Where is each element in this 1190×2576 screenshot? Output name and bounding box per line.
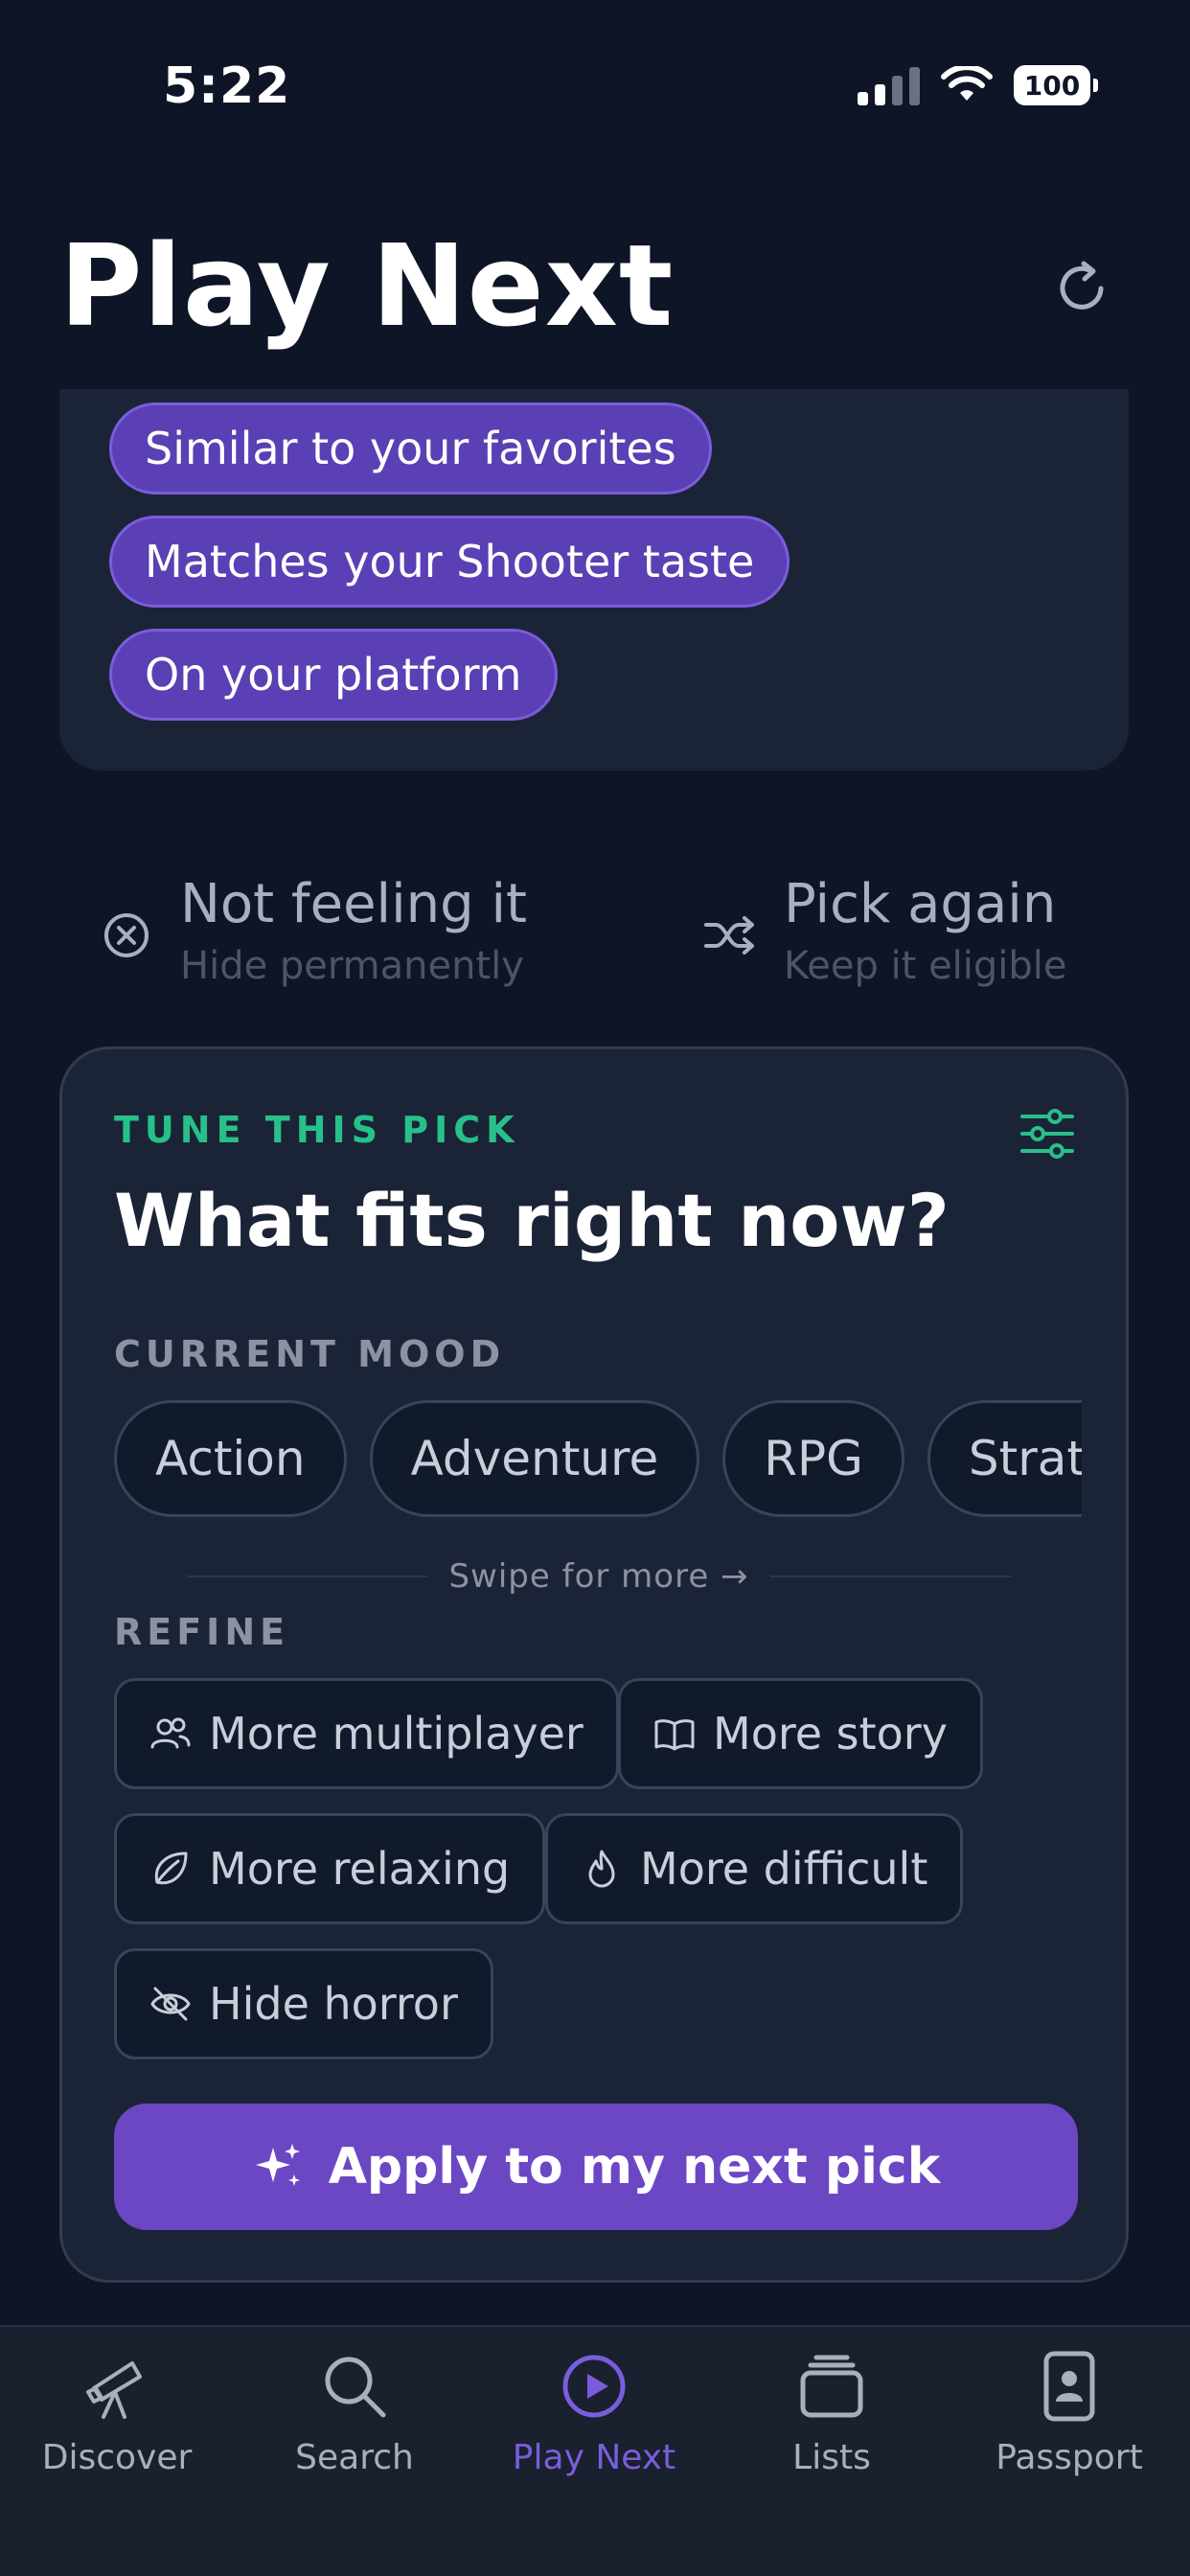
tab-passport-label: Passport [995, 2438, 1143, 2477]
divider [187, 1576, 428, 1577]
battery-icon: 100 [1014, 65, 1098, 105]
pick-again-subtitle: Keep it eligible [784, 944, 1067, 988]
not-feeling-it-button[interactable]: Not feeling it Hide permanently [100, 870, 527, 993]
leaf-icon [149, 1848, 192, 1890]
more-story-label: More story [713, 1708, 948, 1760]
tab-play-next-label: Play Next [512, 2438, 676, 2477]
more-relaxing-label: More relaxing [209, 1843, 511, 1895]
hide-horror-label: Hide horror [209, 1978, 458, 2030]
more-difficult-label: More difficult [640, 1843, 928, 1895]
wifi-icon [941, 66, 993, 101]
sparkles-icon [252, 2140, 306, 2194]
refine-label: REFINE [114, 1611, 290, 1653]
more-multiplayer-label: More multiplayer [209, 1708, 584, 1760]
passport-icon [1031, 2348, 1108, 2425]
tab-passport[interactable]: Passport [973, 2348, 1165, 2477]
swipe-hint-text: Swipe for more → [448, 1557, 749, 1596]
flame-icon [581, 1848, 623, 1890]
pick-again-button[interactable]: Pick again Keep it eligible [703, 870, 1067, 993]
tab-bar: Discover Search Play Next Lists Passport [0, 2325, 1190, 2576]
mood-chip-strategy[interactable]: Strategy [927, 1400, 1082, 1517]
tune-label: TUNE THIS PICK [114, 1109, 520, 1151]
sliders-icon[interactable] [1018, 1107, 1076, 1161]
refresh-icon [1060, 261, 1104, 310]
refresh-button[interactable] [1044, 249, 1121, 326]
tab-play-next[interactable]: Play Next [498, 2348, 690, 2477]
apply-button[interactable]: Apply to my next pick [114, 2104, 1078, 2230]
reasons-card: Similar to your favorites Matches your S… [59, 389, 1129, 770]
stack-icon [793, 2348, 870, 2425]
reason-chip: Similar to your favorites [109, 402, 712, 494]
status-bar: 5:22 100 [0, 0, 1190, 172]
not-feeling-it-subtitle: Hide permanently [180, 944, 524, 988]
tab-lists-label: Lists [792, 2438, 871, 2477]
close-circle-icon [100, 908, 153, 962]
reason-chip: Matches your Shooter taste [109, 516, 790, 608]
more-multiplayer-button[interactable]: More multiplayer [114, 1678, 619, 1789]
play-circle-icon [556, 2348, 632, 2425]
telescope-icon [79, 2348, 155, 2425]
status-time: 5:22 [163, 58, 291, 115]
hide-horror-button[interactable]: Hide horror [114, 1948, 493, 2059]
eye-off-icon [149, 1983, 192, 2025]
tune-heading: What fits right now? [114, 1178, 950, 1263]
mood-chip-rpg[interactable]: RPG [722, 1400, 904, 1517]
apply-button-label: Apply to my next pick [328, 2138, 941, 2196]
more-story-button[interactable]: More story [618, 1678, 983, 1789]
shuffle-icon [703, 908, 757, 962]
swipe-hint: Swipe for more → [187, 1548, 1012, 1605]
not-feeling-it-title: Not feeling it [180, 873, 528, 935]
search-icon [316, 2348, 393, 2425]
mood-scroller[interactable]: Action Adventure RPG Strategy [114, 1400, 1082, 1521]
tab-discover-label: Discover [41, 2438, 193, 2477]
mood-chip-action[interactable]: Action [114, 1400, 347, 1517]
reason-chip: On your platform [109, 629, 558, 721]
page-title: Play Next [59, 219, 675, 352]
users-icon [149, 1713, 192, 1755]
tune-pick-card: TUNE THIS PICK What fits right now? CURR… [59, 1046, 1129, 2283]
app-screen: 5:22 100 Play Next Similar to your favor… [0, 0, 1190, 2576]
tab-discover[interactable]: Discover [21, 2348, 213, 2477]
pick-again-title: Pick again [784, 873, 1057, 935]
mood-chip-adventure[interactable]: Adventure [369, 1400, 700, 1517]
more-relaxing-button[interactable]: More relaxing [114, 1813, 546, 1924]
tab-lists[interactable]: Lists [736, 2348, 927, 2477]
tab-search[interactable]: Search [259, 2348, 450, 2477]
tab-search-label: Search [295, 2438, 414, 2477]
book-icon [653, 1713, 696, 1755]
more-difficult-button[interactable]: More difficult [545, 1813, 964, 1924]
current-mood-label: CURRENT MOOD [114, 1333, 506, 1375]
status-icons: 100 [858, 65, 1098, 105]
divider [769, 1576, 1012, 1577]
cellular-signal-icon [858, 65, 920, 105]
